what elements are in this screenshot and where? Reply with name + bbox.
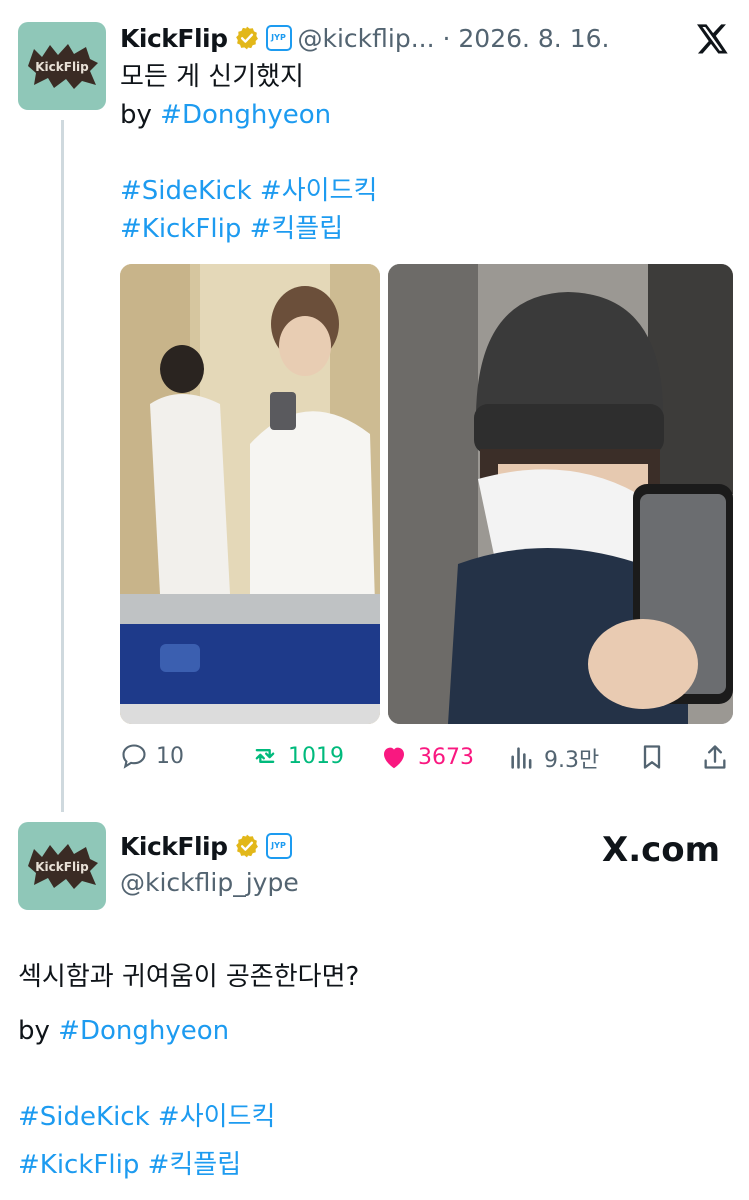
tweet-header: KickFlip JYP @kickflip... · 2026. 8. 16. (120, 20, 609, 56)
retweet-count: 1019 (288, 743, 344, 769)
avatar-logo: KickFlip (28, 844, 98, 889)
tweet-photo[interactable] (120, 264, 380, 724)
avatar-logo: KickFlip (28, 44, 98, 89)
author-name[interactable]: KickFlip (120, 832, 228, 861)
retweet-icon (255, 749, 275, 763)
views-chart-icon (511, 747, 532, 769)
tweet-text: 모든 게 신기했지 by #Donghyeon #SideKick #사이드킥 … (120, 58, 377, 248)
tweet-text: 섹시함과 귀여움이 공존한다면? by #Donghyeon #SideKick… (18, 958, 359, 1184)
reply-button[interactable]: 10 (120, 742, 184, 770)
hashtag-line[interactable]: #SideKick #사이드킥 (120, 172, 377, 210)
reply-count: 10 (156, 743, 184, 769)
avatar-logo-text: KickFlip (35, 60, 89, 74)
hashtag-line[interactable]: #SideKick #사이드킥 (18, 1098, 359, 1136)
by-prefix: by (120, 100, 161, 130)
tweet-header: KickFlip JYP (120, 828, 292, 864)
views-count: 9.3만 (544, 748, 600, 773)
avatar[interactable]: KickFlip (18, 822, 106, 910)
retweet-button[interactable]: 1019 (250, 742, 344, 770)
avatar[interactable]: KickFlip (18, 22, 106, 110)
verified-badge-icon (235, 26, 258, 50)
tweet-photo[interactable] (388, 264, 733, 724)
author-handle[interactable]: @kickflip_jype (120, 868, 299, 897)
x-logo-icon[interactable] (697, 24, 729, 54)
share-icon (704, 745, 726, 769)
bookmark-icon (643, 745, 661, 769)
tweet-line: 섹시함과 귀여움이 공존한다면? (18, 962, 360, 992)
by-prefix: by (18, 1016, 59, 1046)
by-line: by #Donghyeon (120, 96, 377, 134)
views-button[interactable]: 9.3만 (508, 742, 599, 774)
share-button[interactable] (701, 742, 729, 776)
hashtag-link[interactable]: #Donghyeon (160, 100, 331, 130)
by-line: by #Donghyeon (18, 1012, 359, 1050)
bookmark-button[interactable] (638, 742, 666, 776)
avatar-logo-text: KickFlip (35, 860, 89, 874)
affiliate-badge[interactable]: JYP (265, 833, 292, 859)
like-count: 3673 (418, 744, 474, 770)
reply-icon (122, 744, 146, 769)
hashtag-line[interactable]: #KickFlip #킥플립 (120, 210, 377, 248)
x-com-watermark: X.com (602, 830, 721, 870)
hashtag-link[interactable]: #Donghyeon (58, 1016, 229, 1046)
heart-filled-icon (384, 747, 404, 769)
handle-and-date[interactable]: @kickflip... · 2026. 8. 16. (298, 24, 610, 53)
photo-mirror-selfie (120, 264, 380, 724)
author-name[interactable]: KickFlip (120, 24, 228, 53)
hashtag-line[interactable]: #KickFlip #킥플립 (18, 1146, 359, 1184)
thread-line (61, 120, 64, 812)
verified-badge-icon (235, 834, 258, 858)
photo-beanie-selfie (388, 264, 733, 724)
tweet-line: 모든 게 신기했지 (120, 62, 304, 92)
affiliate-badge[interactable]: JYP (265, 25, 292, 51)
like-button[interactable]: 3673 (378, 742, 474, 772)
